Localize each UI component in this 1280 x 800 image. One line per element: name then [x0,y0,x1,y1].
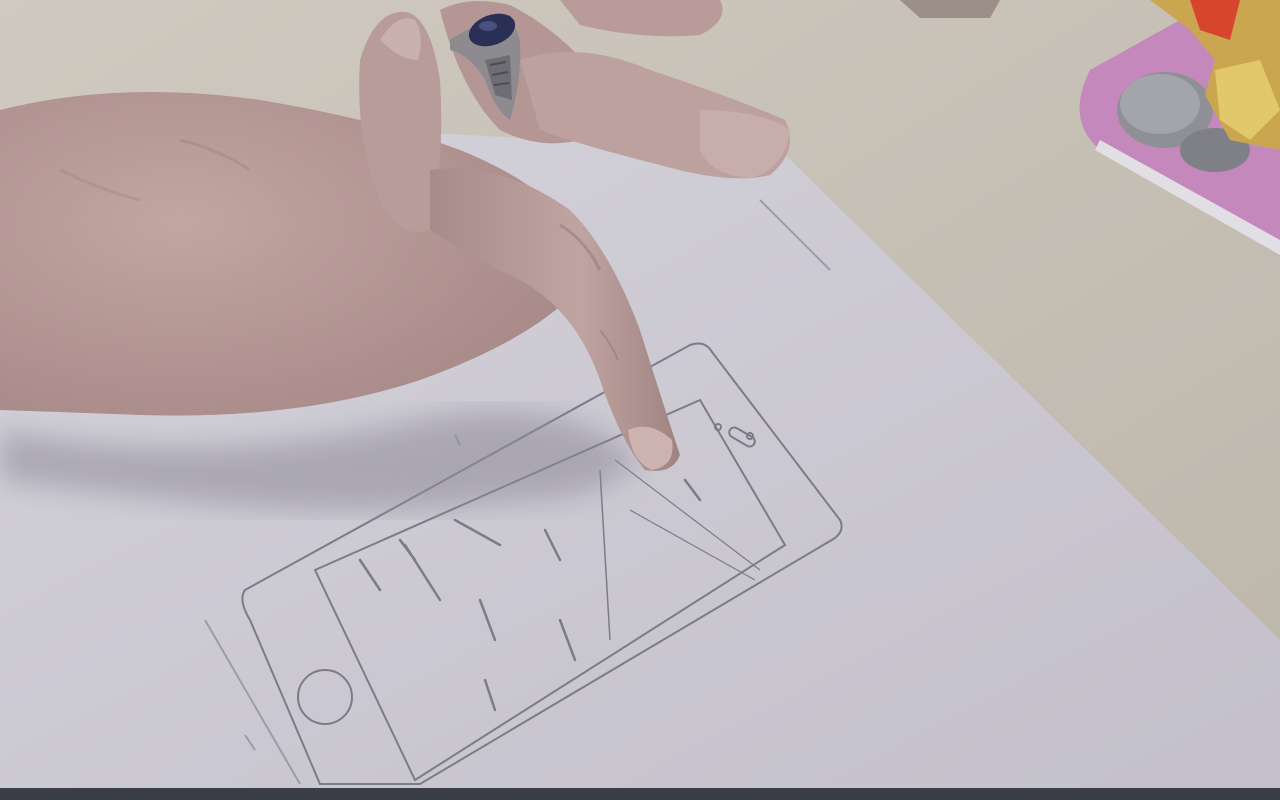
photo-scene [0,0,1280,800]
photo-illustration [0,0,1280,788]
video-player-bar [0,788,1280,800]
